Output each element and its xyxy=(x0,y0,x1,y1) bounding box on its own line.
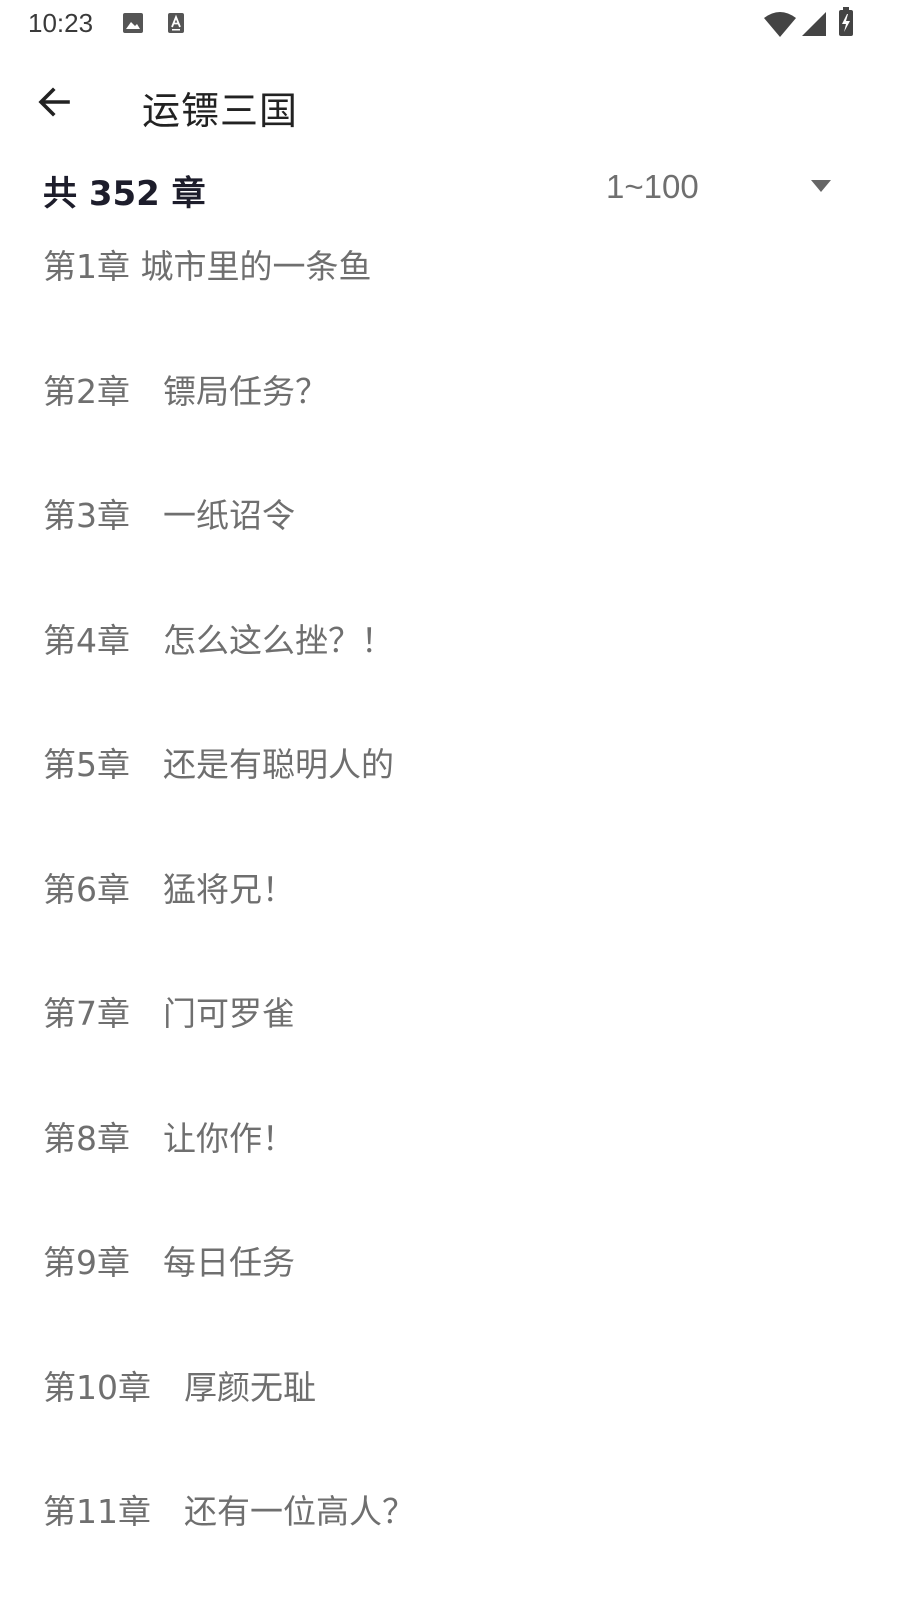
range-dropdown[interactable]: 1~100 xyxy=(600,158,850,218)
chapter-item[interactable]: 第9章 每日任务 xyxy=(0,1224,900,1349)
chapter-header: 共 352 章 1~100 xyxy=(0,158,900,220)
chapter-list: 第1章 城市里的一条鱼 第2章 镖局任务？ 第3章 一纸诏令 第4章 怎么这么挫… xyxy=(0,228,900,1598)
chapter-item[interactable]: 第4章 怎么这么挫？！ xyxy=(0,602,900,727)
chapter-item[interactable]: 第8章 让你作！ xyxy=(0,1100,900,1225)
battery-icon xyxy=(838,7,854,41)
status-time: 10:23 xyxy=(28,8,94,38)
a-icon xyxy=(167,12,185,38)
signal-icon xyxy=(801,10,827,42)
chapter-item[interactable]: 第7章 门可罗雀 xyxy=(0,975,900,1100)
page-title: 运镖三国 xyxy=(142,89,299,133)
status-bar: 10:23 xyxy=(0,0,900,48)
chapter-item[interactable]: 第5章 还是有聪明人的 xyxy=(0,726,900,851)
back-button[interactable] xyxy=(22,74,86,134)
range-selected-value: 1~100 xyxy=(606,168,699,205)
wifi-icon xyxy=(763,10,797,42)
chapter-count: 共 352 章 xyxy=(43,174,206,214)
chapter-item[interactable]: 第1章 城市里的一条鱼 xyxy=(0,228,900,353)
chapter-item[interactable]: 第6章 猛将兄！ xyxy=(0,851,900,976)
chapter-item[interactable]: 第2章 镖局任务？ xyxy=(0,353,900,478)
chapter-item[interactable]: 第10章 厚颜无耻 xyxy=(0,1349,900,1474)
chapter-item[interactable]: 第3章 一纸诏令 xyxy=(0,477,900,602)
arrow-left-icon xyxy=(36,84,72,124)
image-icon xyxy=(122,12,144,38)
triangle-down-icon xyxy=(810,178,832,197)
app-bar: 运镖三国 xyxy=(0,60,900,148)
chapter-item[interactable]: 第11章 还有一位高人？ xyxy=(0,1473,900,1598)
